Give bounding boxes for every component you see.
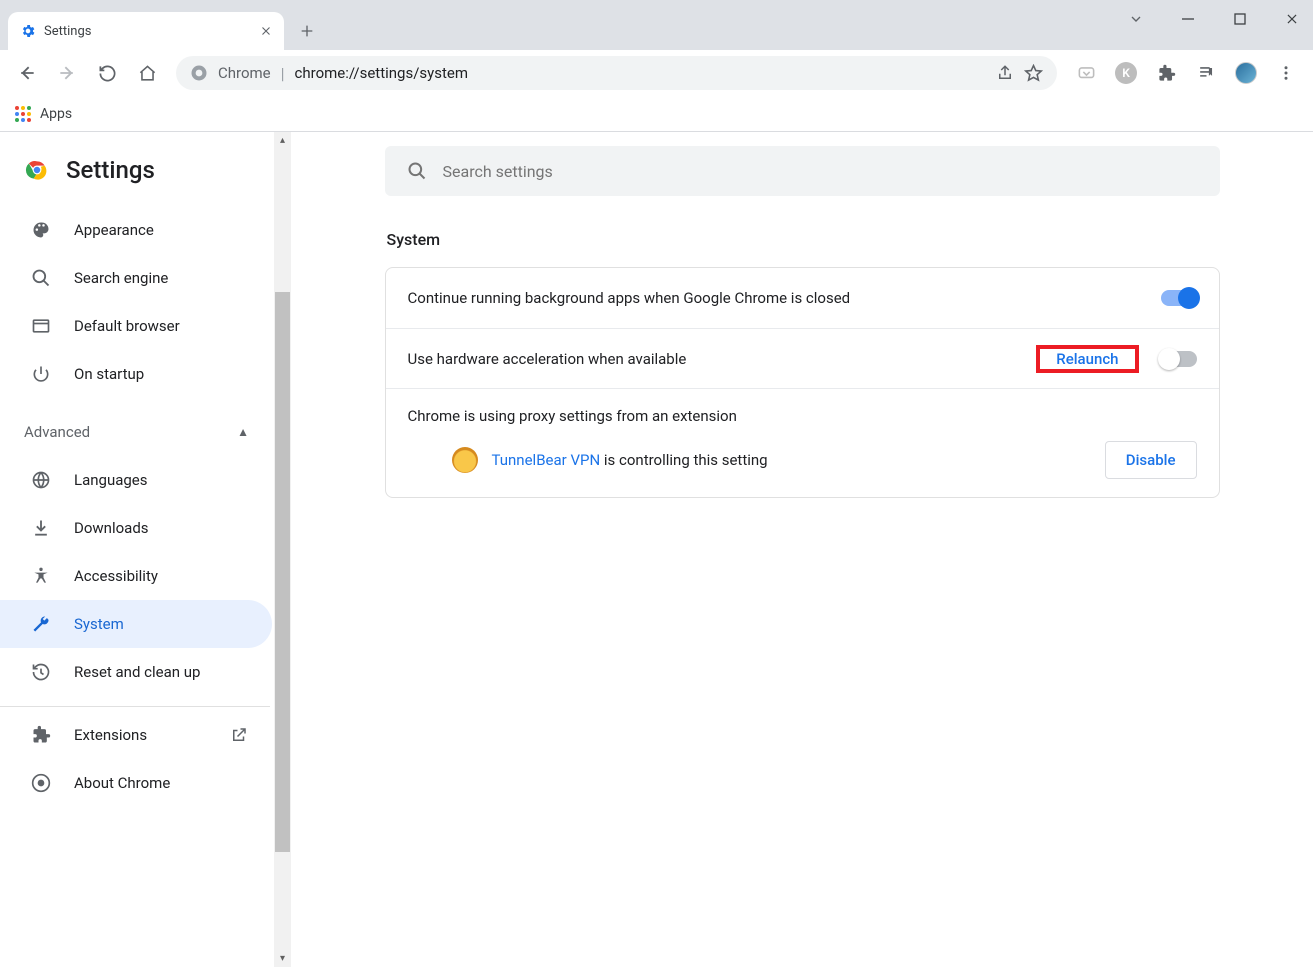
sidebar-item-extensions[interactable]: Extensions bbox=[0, 711, 272, 759]
window-minimize-button[interactable] bbox=[1171, 4, 1205, 34]
sidebar-item-downloads[interactable]: Downloads bbox=[0, 504, 272, 552]
omnibox-separator: | bbox=[281, 64, 285, 83]
divider bbox=[0, 706, 270, 707]
nav-back-button[interactable] bbox=[10, 56, 44, 90]
chrome-logo-icon bbox=[24, 157, 50, 183]
wrench-icon bbox=[30, 614, 52, 634]
nav-reload-button[interactable] bbox=[90, 56, 124, 90]
sidebar-item-label: Reset and clean up bbox=[74, 663, 200, 681]
profile-avatar[interactable] bbox=[1229, 56, 1263, 90]
window-close-button[interactable] bbox=[1275, 4, 1309, 34]
browser-tab[interactable]: Settings bbox=[8, 12, 284, 50]
browser-menu-button[interactable] bbox=[1269, 56, 1303, 90]
sidebar-item-label: On startup bbox=[74, 365, 144, 383]
system-settings-card: Continue running background apps when Go… bbox=[385, 267, 1220, 498]
download-icon bbox=[30, 518, 52, 538]
omnibox-label: Chrome bbox=[218, 64, 271, 82]
toggle-background-apps[interactable] bbox=[1161, 290, 1197, 306]
chrome-outline-icon bbox=[30, 773, 52, 793]
browser-window-icon bbox=[30, 316, 52, 336]
advanced-label: Advanced bbox=[24, 423, 90, 441]
annotation-highlight: Relaunch bbox=[1036, 345, 1138, 373]
apps-bookmark[interactable]: Apps bbox=[40, 106, 72, 122]
gear-icon bbox=[20, 23, 36, 39]
sidebar-item-languages[interactable]: Languages bbox=[0, 456, 272, 504]
toggle-hardware-acceleration[interactable] bbox=[1161, 351, 1197, 367]
pocket-extension-icon[interactable] bbox=[1069, 56, 1103, 90]
tab-close-icon[interactable] bbox=[260, 25, 272, 37]
proxy-heading: Chrome is using proxy settings from an e… bbox=[408, 407, 1197, 425]
restore-icon bbox=[30, 662, 52, 682]
row-hardware-acceleration: Use hardware acceleration when available… bbox=[386, 328, 1219, 388]
sidebar-item-on-startup[interactable]: On startup bbox=[0, 350, 272, 398]
bookmarks-bar: Apps bbox=[0, 96, 1313, 132]
nav-forward-button[interactable] bbox=[50, 56, 84, 90]
apps-grid-icon[interactable] bbox=[14, 105, 32, 123]
sidebar-item-label: Languages bbox=[74, 471, 148, 489]
accessibility-icon bbox=[30, 566, 52, 586]
disable-button[interactable]: Disable bbox=[1105, 441, 1197, 479]
address-bar[interactable]: Chrome | chrome://settings/system bbox=[176, 56, 1057, 90]
sidebar-item-system[interactable]: System bbox=[0, 600, 272, 648]
sidebar-item-label: Default browser bbox=[74, 317, 180, 335]
nav-home-button[interactable] bbox=[130, 56, 164, 90]
tab-title: Settings bbox=[44, 24, 252, 39]
puzzle-icon bbox=[30, 725, 52, 745]
sidebar-item-label: Search engine bbox=[74, 269, 168, 287]
search-settings-box[interactable] bbox=[385, 146, 1220, 196]
extension-name-link[interactable]: TunnelBear VPN bbox=[492, 451, 601, 469]
sidebar-item-label: Extensions bbox=[74, 726, 147, 744]
chevron-up-icon: ▲ bbox=[237, 425, 249, 439]
site-chrome-icon bbox=[190, 64, 208, 82]
sidebar-item-label: Downloads bbox=[74, 519, 149, 537]
sidebar-item-label: Accessibility bbox=[74, 567, 158, 585]
open-external-icon bbox=[230, 726, 248, 744]
sidebar-item-accessibility[interactable]: Accessibility bbox=[0, 552, 272, 600]
sidebar-item-about-chrome[interactable]: About Chrome bbox=[0, 759, 272, 807]
sidebar-item-default-browser[interactable]: Default browser bbox=[0, 302, 272, 350]
extension-k-icon[interactable]: K bbox=[1109, 56, 1143, 90]
sidebar-item-search-engine[interactable]: Search engine bbox=[0, 254, 272, 302]
scrollbar-thumb[interactable] bbox=[275, 292, 290, 852]
search-input[interactable] bbox=[443, 162, 1198, 181]
sidebar-scrollbar[interactable]: ▴ ▾ bbox=[274, 132, 291, 967]
browser-titlebar: Settings bbox=[0, 0, 1313, 50]
omnibox-url: chrome://settings/system bbox=[295, 64, 468, 82]
page-title: Settings bbox=[66, 156, 155, 184]
section-title: System bbox=[387, 230, 1220, 249]
tab-search-chevron-icon[interactable] bbox=[1119, 4, 1153, 34]
bookmark-star-icon[interactable] bbox=[1024, 64, 1043, 83]
sidebar-item-label: Appearance bbox=[74, 221, 154, 239]
power-icon bbox=[30, 364, 52, 384]
share-icon[interactable] bbox=[996, 64, 1014, 82]
sidebar-item-appearance[interactable]: Appearance bbox=[0, 206, 272, 254]
row-background-apps: Continue running background apps when Go… bbox=[386, 268, 1219, 328]
browser-toolbar: Chrome | chrome://settings/system K bbox=[0, 50, 1313, 96]
scroll-up-icon[interactable]: ▴ bbox=[274, 132, 291, 149]
window-maximize-button[interactable] bbox=[1223, 4, 1257, 34]
search-icon bbox=[30, 268, 52, 288]
new-tab-button[interactable] bbox=[290, 14, 324, 48]
sidebar-item-label: About Chrome bbox=[74, 774, 170, 792]
settings-main: System Continue running background apps … bbox=[291, 132, 1313, 967]
tunnelbear-icon bbox=[452, 447, 478, 473]
settings-sidebar: Settings Appearance Search engine Defaul… bbox=[0, 132, 291, 967]
row-label: Continue running background apps when Go… bbox=[408, 289, 1161, 307]
extension-tail-text: is controlling this setting bbox=[600, 451, 767, 469]
globe-icon bbox=[30, 470, 52, 490]
sidebar-item-reset[interactable]: Reset and clean up bbox=[0, 648, 272, 696]
extensions-puzzle-icon[interactable] bbox=[1149, 56, 1183, 90]
scroll-down-icon[interactable]: ▾ bbox=[274, 950, 291, 967]
relaunch-button[interactable]: Relaunch bbox=[1042, 342, 1132, 376]
row-proxy-extension: Chrome is using proxy settings from an e… bbox=[386, 388, 1219, 497]
reading-list-icon[interactable] bbox=[1189, 56, 1223, 90]
search-icon bbox=[407, 161, 427, 181]
sidebar-item-label: System bbox=[74, 615, 124, 633]
row-label: Use hardware acceleration when available bbox=[408, 350, 1037, 368]
advanced-section-toggle[interactable]: Advanced ▲ bbox=[0, 408, 291, 456]
palette-icon bbox=[30, 220, 52, 240]
